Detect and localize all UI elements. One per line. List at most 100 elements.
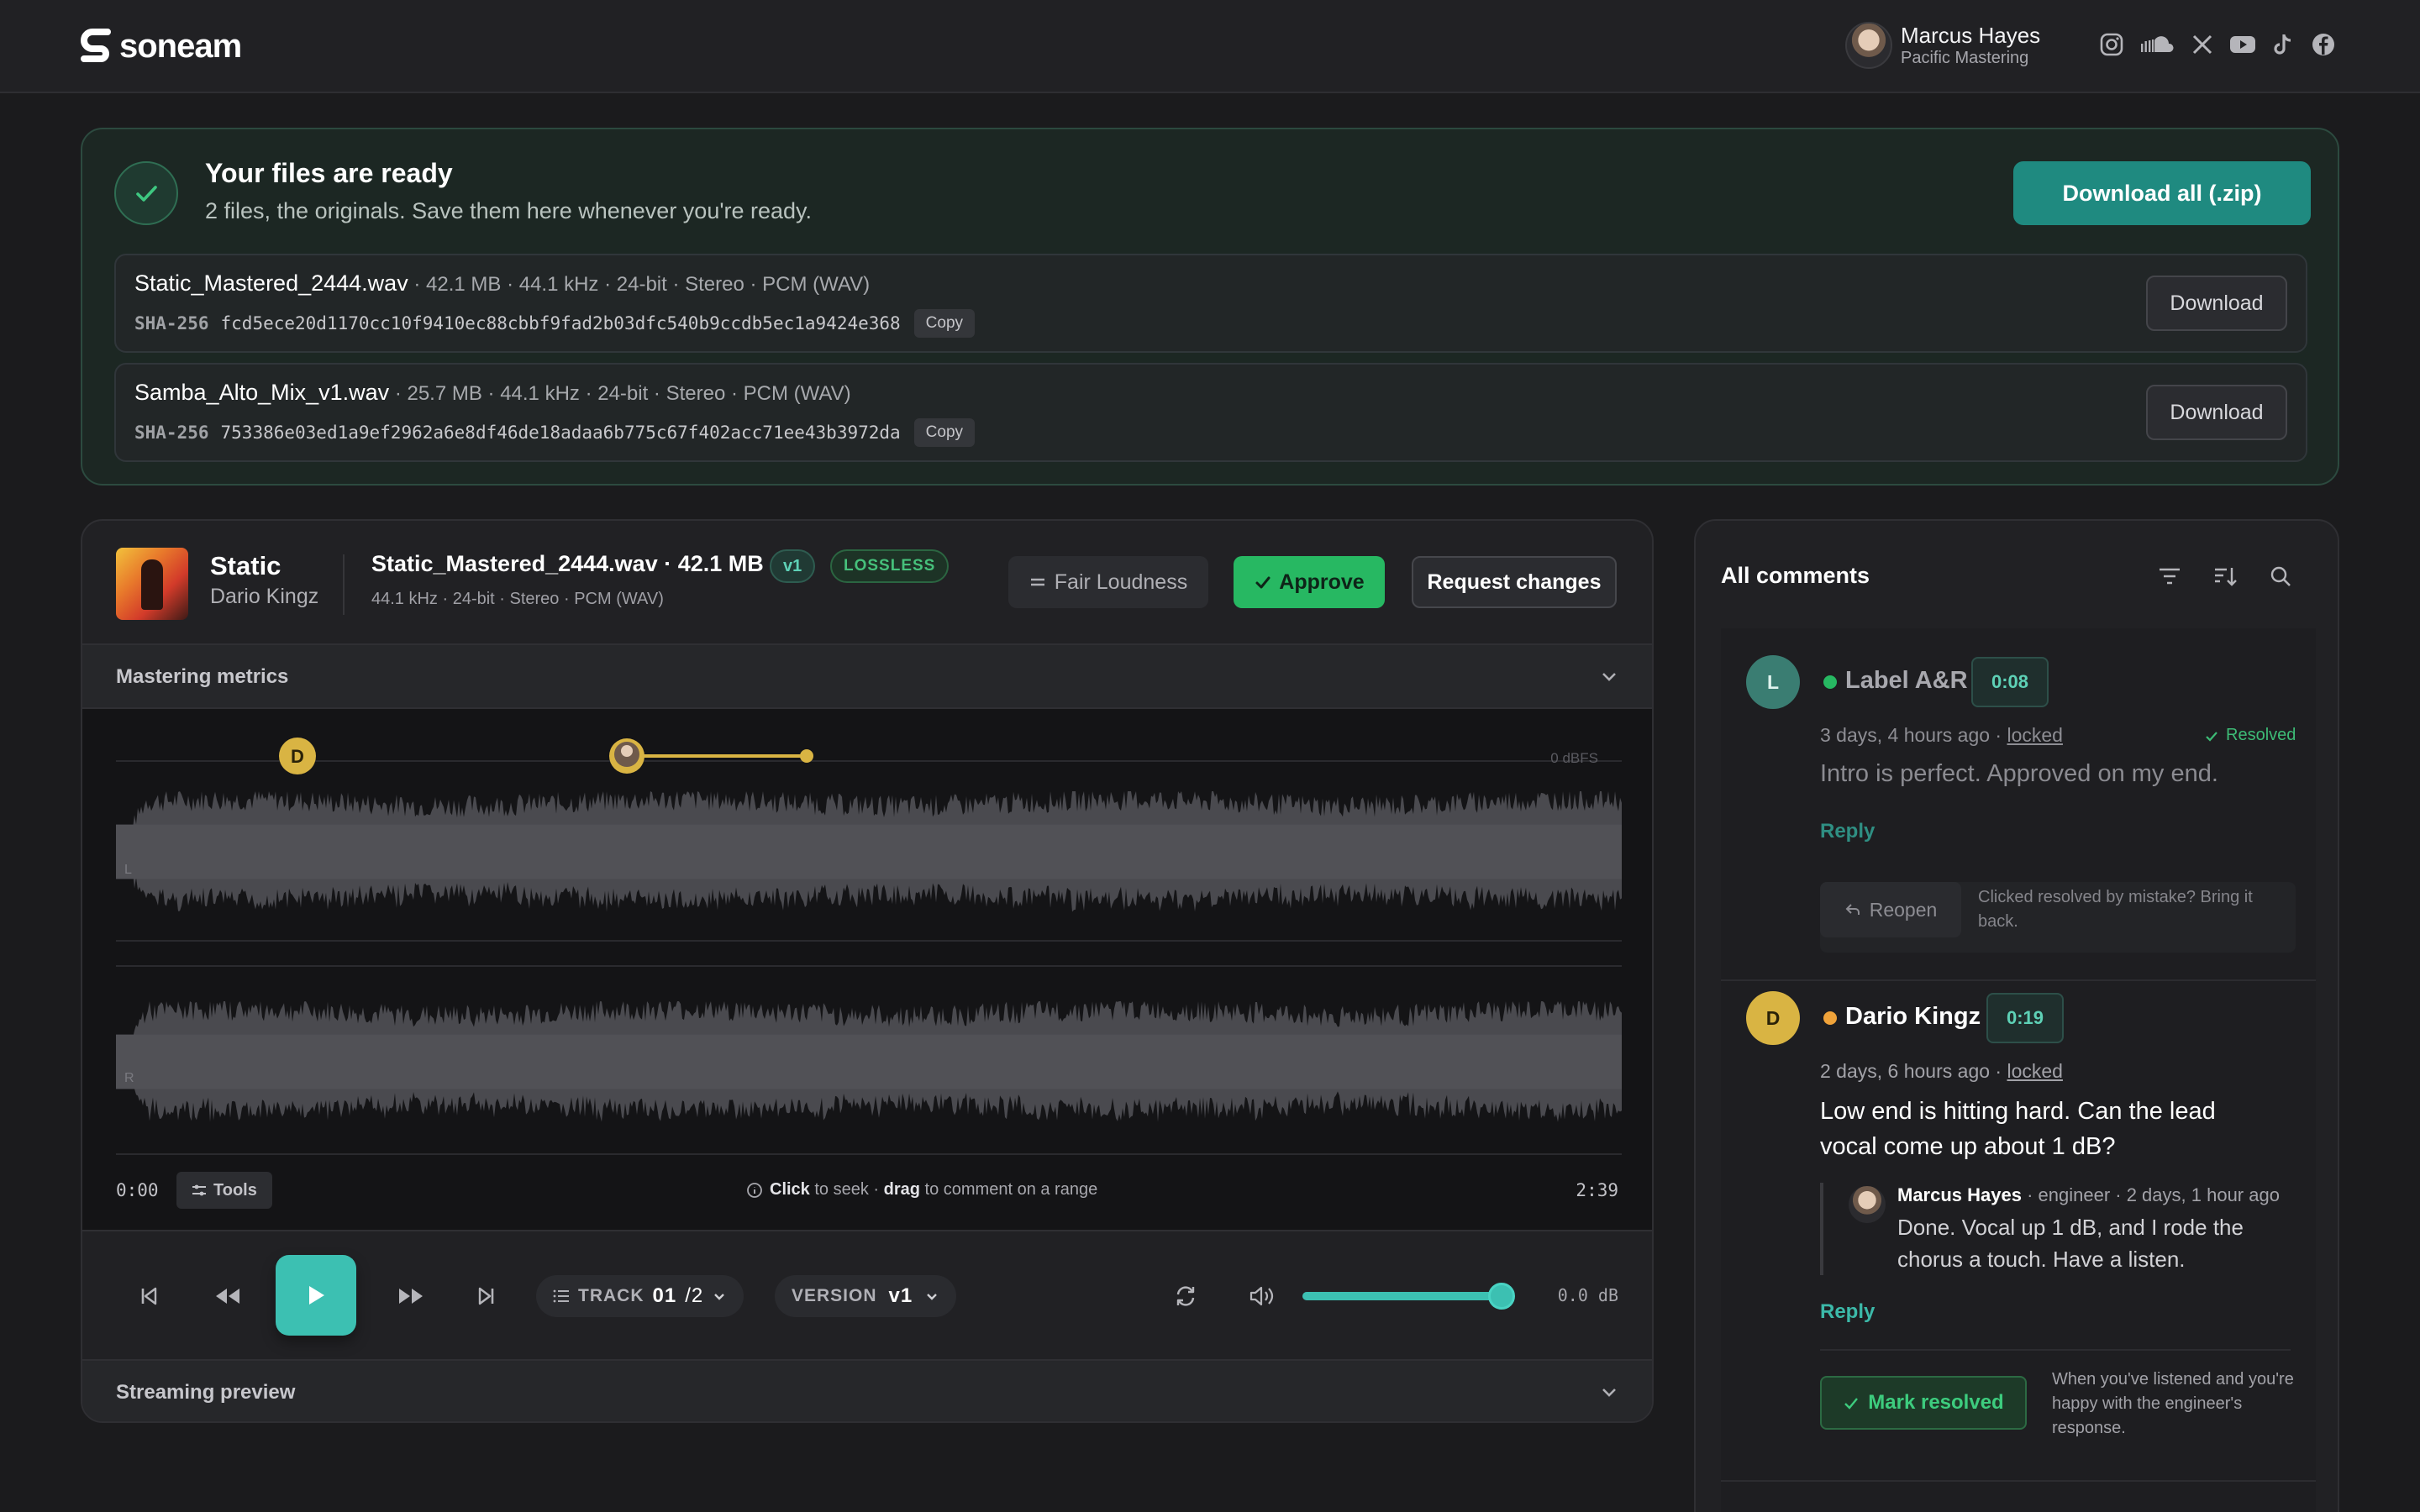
version-selector[interactable]: VERSION v1 xyxy=(775,1275,957,1317)
user-name: Marcus Hayes xyxy=(1901,23,2041,48)
copy-hash-button[interactable]: Copy xyxy=(913,309,976,338)
track-total: /2 xyxy=(685,1284,704,1307)
hint-end: to comment on a range xyxy=(919,1180,1098,1199)
marker-initial: D xyxy=(291,746,304,767)
fast-forward-icon xyxy=(399,1289,423,1304)
streaming-preview-toggle[interactable]: Streaming preview xyxy=(82,1359,1652,1421)
reply-author: Marcus Hayes xyxy=(1897,1184,2022,1205)
info-icon xyxy=(747,1182,762,1198)
brand-name: soneam xyxy=(119,27,242,65)
file-row: Static_Mastered_2444.wav · 42.1 MB · 44.… xyxy=(114,254,2307,353)
volume-slider[interactable] xyxy=(1302,1283,1515,1310)
divider xyxy=(1721,979,2316,981)
version-value: v1 xyxy=(888,1284,913,1307)
album-cover xyxy=(116,548,188,620)
skip-end-button[interactable] xyxy=(467,1277,506,1315)
engineer-reply: Marcus Hayes · engineer · 2 days, 1 hour… xyxy=(1820,1183,2291,1275)
download-button[interactable]: Download xyxy=(2146,385,2287,440)
sort-icon[interactable] xyxy=(2212,563,2238,590)
approve-button[interactable]: Approve xyxy=(1234,556,1385,608)
mastering-metrics-toggle[interactable]: Mastering metrics xyxy=(82,643,1652,709)
comment-author: Label A&R xyxy=(1845,667,1968,694)
download-all-button[interactable]: Download all (.zip) xyxy=(2013,161,2311,225)
avatar xyxy=(1845,22,1892,69)
tools-label: Tools xyxy=(213,1180,257,1200)
reopen-button[interactable]: Reopen xyxy=(1820,882,1961,937)
youtube-icon[interactable] xyxy=(2228,30,2257,59)
hash-value: fcd5ece20d1170cc10f9410ec88cbbf9fad2b03d… xyxy=(220,313,901,333)
fast-forward-button[interactable] xyxy=(388,1277,434,1315)
search-icon[interactable] xyxy=(2267,563,2294,590)
version-label: VERSION xyxy=(792,1286,877,1305)
player-file-meta: 44.1 kHz · 24-bit · Stereo · PCM (WAV) xyxy=(371,590,664,608)
x-icon[interactable] xyxy=(2188,30,2217,59)
sliders-icon xyxy=(192,1184,206,1196)
volume-knob[interactable] xyxy=(1487,1283,1515,1310)
request-changes-button[interactable]: Request changes xyxy=(1412,556,1617,608)
status-dot xyxy=(1823,675,1837,689)
track-selector[interactable]: TRACK 01 /2 xyxy=(536,1275,744,1317)
social-links xyxy=(2097,30,2338,59)
file-name-text: Samba_Alto_Mix_v1.wav xyxy=(134,380,390,405)
comment-range-end-handle[interactable] xyxy=(800,749,813,763)
channel-right-label: R xyxy=(124,1071,134,1085)
download-button[interactable]: Download xyxy=(2146,276,2287,331)
comments-panel: All comments L Label A&R 0:08 3 days, 4 … xyxy=(1694,519,2339,1512)
divider xyxy=(343,554,345,615)
mark-resolved-note: When you've listened and you're happy wi… xyxy=(2052,1370,2294,1437)
reply-link[interactable]: Reply xyxy=(1820,820,1875,843)
comment-timestamp[interactable]: 0:19 xyxy=(1986,993,2065,1043)
track-label: TRACK xyxy=(578,1286,644,1305)
reply-header: Marcus Hayes · engineer · 2 days, 1 hour… xyxy=(1897,1184,2280,1206)
comment-list: L Label A&R 0:08 3 days, 4 hours ago · l… xyxy=(1721,628,2316,1512)
db-readout: 0.0 dB xyxy=(1557,1285,1618,1305)
loop-button[interactable] xyxy=(1166,1277,1205,1315)
avatar xyxy=(1849,1186,1886,1223)
comment-time: 2 days, 6 hours ago · xyxy=(1820,1060,2007,1082)
locked-link[interactable]: locked xyxy=(2007,724,2062,746)
avatar: D xyxy=(1746,991,1800,1045)
current-time: 0:00 xyxy=(116,1180,159,1200)
soundcloud-icon[interactable] xyxy=(2138,30,2176,59)
comment-body: Intro is perfect. Approved on my end. xyxy=(1820,760,2218,787)
tiktok-icon[interactable] xyxy=(2269,30,2297,59)
locked-link[interactable]: locked xyxy=(2007,1060,2062,1082)
reply-meta: · engineer · 2 days, 1 hour ago xyxy=(2021,1184,2280,1205)
waveform[interactable]: 0 dBFS L R D xyxy=(82,709,1652,1230)
reply-link[interactable]: Reply xyxy=(1820,1300,1875,1324)
divider xyxy=(1820,1349,2291,1351)
facebook-icon[interactable] xyxy=(2309,30,2338,59)
fair-loudness-button[interactable]: Fair Loudness xyxy=(1008,556,1208,608)
check-icon xyxy=(1844,1398,1859,1410)
rewind-icon xyxy=(216,1289,239,1304)
section-label: Mastering metrics xyxy=(116,665,289,688)
comment-timestamp[interactable]: 0:08 xyxy=(1971,657,2049,707)
mark-resolved-button[interactable]: Mark resolved xyxy=(1820,1376,2027,1430)
skip-start-icon xyxy=(141,1287,157,1305)
top-bar: soneam Marcus Hayes Pacific Mastering xyxy=(0,0,2420,93)
file-name: Static_Mastered_2444.wav · 42.1 MB · 44.… xyxy=(134,270,870,297)
check-circle-icon xyxy=(114,161,178,225)
comment-time: 3 days, 4 hours ago · xyxy=(1820,724,2007,746)
skip-start-button[interactable] xyxy=(129,1277,168,1315)
brand-logo[interactable]: soneam xyxy=(79,25,242,67)
reopen-label: Reopen xyxy=(1869,898,1938,921)
file-name-text: Static_Mastered_2444.wav xyxy=(134,270,408,296)
instagram-icon[interactable] xyxy=(2097,30,2126,59)
rewind-button[interactable] xyxy=(205,1277,250,1315)
play-button[interactable] xyxy=(276,1255,356,1336)
player-file-title: Static_Mastered_2444.wav · 42.1 MB xyxy=(371,551,764,576)
ready-subtitle: 2 files, the originals. Save them here w… xyxy=(205,198,813,223)
tools-button[interactable]: Tools xyxy=(176,1172,272,1209)
hash-value: 753386e03ed1a9ef2962a6e8df46de18adaa6b77… xyxy=(220,423,901,443)
undo-icon xyxy=(1845,904,1860,915)
filter-icon[interactable] xyxy=(2156,563,2183,590)
ready-title: Your files are ready xyxy=(205,158,453,188)
file-meta: · 25.7 MB · 44.1 kHz · 24-bit · Stereo ·… xyxy=(389,382,851,405)
hint-mid: to seek · xyxy=(809,1180,884,1199)
chevron-down-icon xyxy=(714,1294,725,1300)
copy-hash-button[interactable]: Copy xyxy=(913,418,976,447)
user-menu[interactable]: Marcus Hayes Pacific Mastering xyxy=(1845,22,2040,69)
file-meta: · 42.1 MB · 44.1 kHz · 24-bit · Stereo ·… xyxy=(408,273,871,296)
volume-button[interactable] xyxy=(1242,1277,1281,1315)
